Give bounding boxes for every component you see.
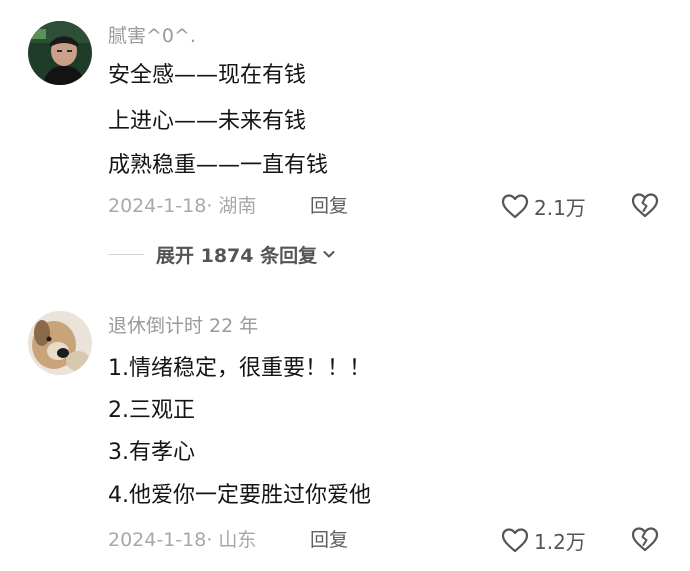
comment-item: 退休倒计时 22 年 1.情绪稳定，很重要！！！ 2.三观正 3.有孝心 4.他… (0, 285, 690, 571)
expand-replies-label: 展开 1874 条回复 (156, 244, 318, 267)
reply-button[interactable]: 回复 (310, 193, 348, 219)
avatar-image (28, 311, 92, 375)
dislike-button[interactable] (630, 191, 660, 221)
divider (108, 253, 144, 255)
avatar[interactable] (28, 21, 92, 85)
like-count: 1.2万 (534, 529, 586, 554)
expand-replies-row: 展开 1874 条回复 (108, 240, 337, 268)
dislike-button[interactable] (630, 525, 660, 555)
comment-text-line: 4.他爱你一定要胜过你爱他 (108, 483, 371, 508)
heart-outline-icon (501, 194, 529, 219)
like-button[interactable]: 2.1万 (500, 191, 586, 221)
heart-outline-icon (501, 528, 529, 553)
comment-meta: 2024-1-18· 湖南 (108, 195, 257, 217)
reply-button[interactable]: 回复 (310, 527, 348, 553)
like-count: 2.1万 (534, 195, 586, 220)
broken-heart-icon (631, 527, 659, 552)
comment-text-line: 3.有孝心 (108, 440, 195, 465)
like-button[interactable]: 1.2万 (500, 525, 586, 555)
comment-meta: 2024-1-18· 山东 (108, 529, 257, 551)
avatar-image (28, 21, 92, 85)
username[interactable]: 腻害^0^. (108, 23, 196, 49)
comment-text-line: 2.三观正 (108, 398, 195, 423)
comment-text-line: 上进心——未来有钱 (108, 109, 307, 134)
username[interactable]: 退休倒计时 22 年 (108, 313, 258, 339)
expand-replies-button[interactable]: 展开 1874 条回复 (156, 241, 337, 268)
chevron-down-icon (323, 251, 335, 258)
broken-heart-icon (631, 193, 659, 218)
comment-item: 腻害^0^. 安全感——现在有钱 上进心——未来有钱 成熟稳重——一直有钱 20… (0, 0, 690, 285)
comment-text-line: 1.情绪稳定，很重要！！！ (108, 356, 371, 381)
comment-text-line: 成熟稳重——一直有钱 (108, 153, 329, 178)
avatar[interactable] (28, 311, 92, 375)
comment-text-line: 安全感——现在有钱 (108, 63, 307, 88)
